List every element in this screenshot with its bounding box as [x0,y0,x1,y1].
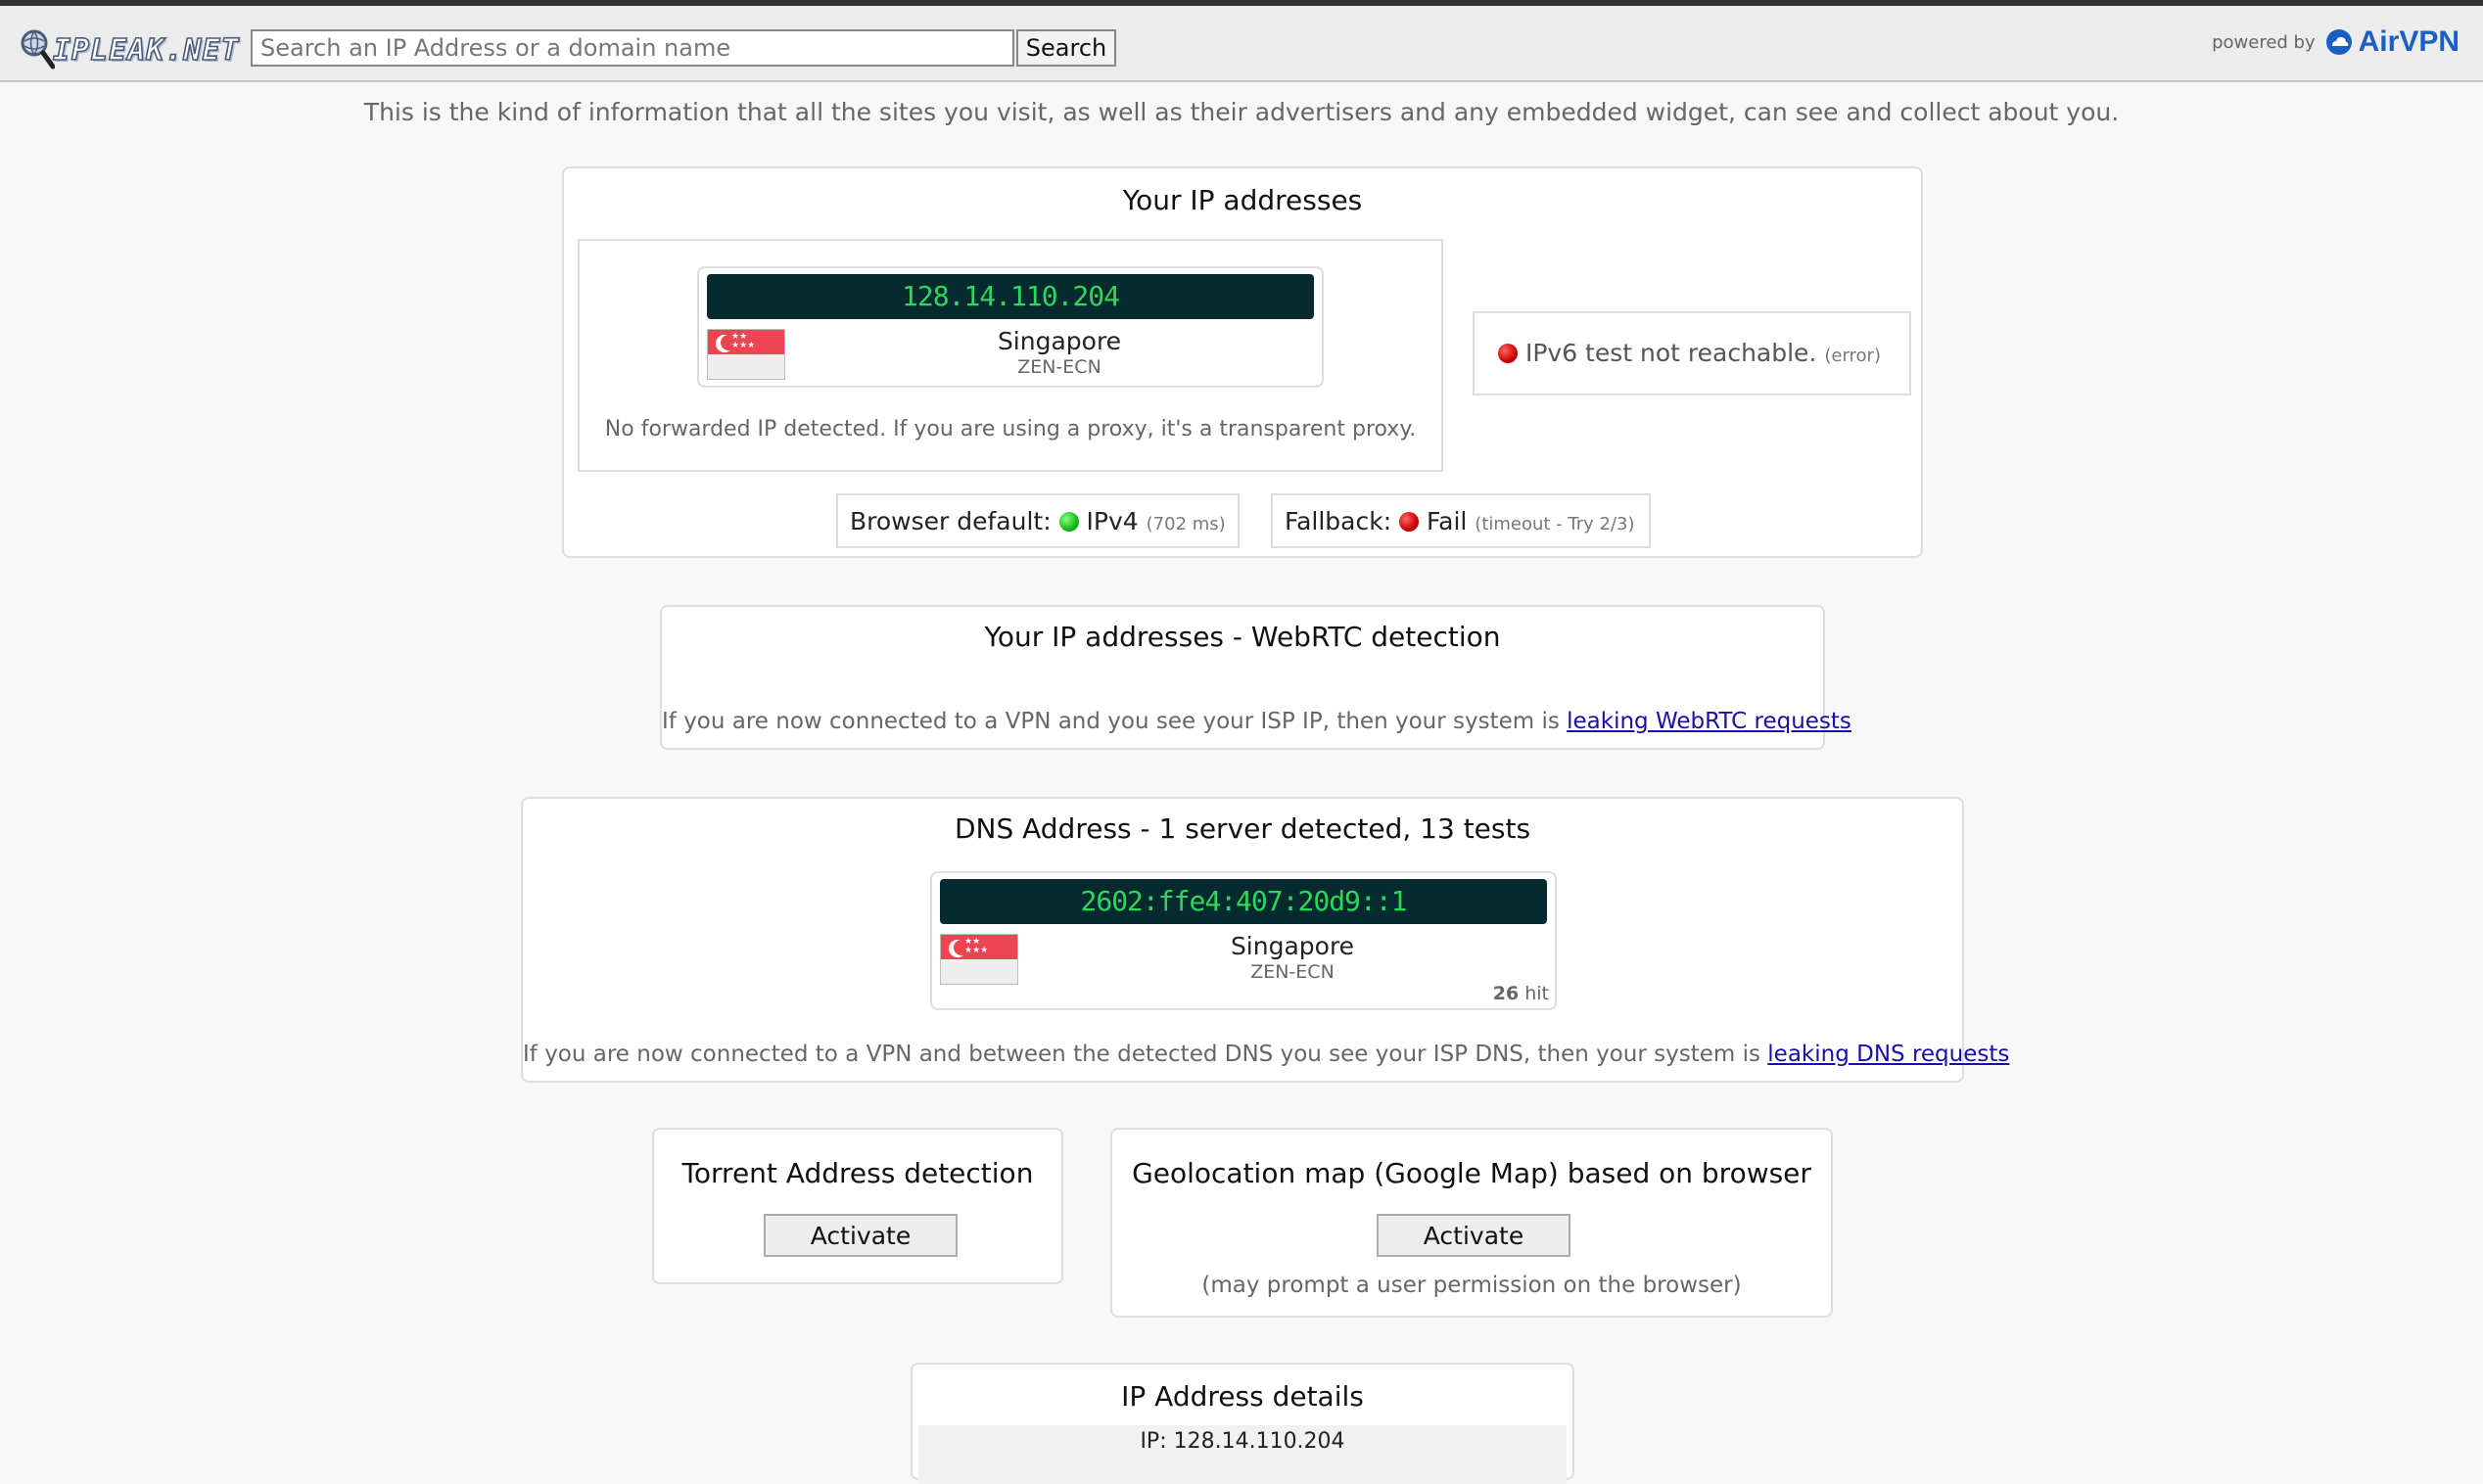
ip-details-title: IP Address details [1121,1380,1364,1413]
site-logo[interactable]: IPLEAK.NET [20,27,239,70]
ipv6-error-note: (error) [1824,346,1881,366]
powered-by-label: powered by [2212,31,2316,53]
dns-result: 2602:ffe4:407:20d9::1 ★★ ★★★ Singapore ZE… [930,871,1557,1010]
search-input[interactable] [251,29,1014,67]
search-button[interactable]: Search [1016,29,1116,67]
logo-text: IPLEAK.NET [52,32,240,69]
ipv4-panel: 128.14.110.204 ★★ ★★★ Singapore ZEN-ECN N… [578,239,1443,472]
dns-title: DNS Address - 1 server detected, 13 test… [954,812,1531,845]
fallback-value: Fail [1427,507,1468,535]
powered-by[interactable]: powered by AirVPN [2212,25,2460,59]
dns-note: If you are now connected to a VPN and be… [523,1042,2009,1067]
intro-text: This is the kind of information that all… [363,98,2120,126]
ip-addresses-card: Your IP addresses 128.14.110.204 ★★ ★★★ S… [562,166,1923,558]
ipv4-result: 128.14.110.204 ★★ ★★★ Singapore ZEN-ECN [697,266,1324,388]
ipv4-isp: ZEN-ECN [1017,356,1101,378]
geolocation-note: (may prompt a user permission on the bro… [1201,1273,1742,1298]
dns-country: Singapore [1230,932,1355,960]
ipv6-panel: IPv6 test not reachable. (error) [1473,311,1911,395]
browser-default-value: IPv4 [1086,507,1139,535]
dns-leak-link[interactable]: leaking DNS requests [1767,1042,2009,1067]
ipv4-country: Singapore [997,327,1122,355]
cloud-icon [2325,29,2352,55]
ip-details-card: IP Address details IP: 128.14.110.204 [911,1363,1574,1484]
torrent-title: Torrent Address detection [681,1157,1034,1189]
torrent-card: Torrent Address detection Activate [652,1128,1063,1284]
magnifier-globe-icon [21,29,55,70]
webrtc-card: Your IP addresses - WebRTC detection If … [660,605,1851,750]
ipv6-status: IPv6 test not reachable. [1524,339,1817,367]
ipv6-status-dot-icon [1498,344,1518,363]
fallback-label: Fallback: [1285,507,1392,535]
top-bar: IPLEAK.NET Search powered by AirVPN [0,0,2483,82]
dns-isp: ZEN-ECN [1250,961,1335,983]
airvpn-text: AirVPN [2358,25,2460,58]
dns-hit-count: 26 [1492,983,1520,1004]
webrtc-note: If you are now connected to a VPN and yo… [662,709,1851,734]
fallback-note: (timeout - Try 2/3) [1475,514,1635,534]
webrtc-leak-link[interactable]: leaking WebRTC requests [1567,709,1851,734]
geolocation-title: Geolocation map (Google Map) based on br… [1132,1157,1811,1189]
ipv4-ok-dot-icon [1058,512,1079,532]
forwarded-note: No forwarded IP detected. If you are usi… [604,417,1417,441]
dns-hits: 26 hit [1493,983,1549,1004]
singapore-flag-icon: ★★ ★★★ [707,329,785,380]
dns-card: DNS Address - 1 server detected, 13 test… [521,797,2009,1083]
dns-note-text: If you are now connected to a VPN and be… [523,1042,1760,1067]
singapore-flag-icon: ★★ ★★★ [940,934,1018,985]
torrent-activate-button[interactable]: Activate [764,1214,958,1257]
ipv4-address[interactable]: 128.14.110.204 [707,274,1314,319]
browser-default-time: (702 ms) [1146,514,1226,534]
dns-hit-label: hit [1524,983,1549,1004]
ip-details-first-row: IP: 128.14.110.204 [1140,1429,1345,1454]
ip-addresses-title: Your IP addresses [1122,184,1363,216]
fallback-fail-dot-icon [1399,512,1420,532]
webrtc-title: Your IP addresses - WebRTC detection [984,621,1501,653]
ip-details-table: IP: 128.14.110.204 [918,1425,1567,1484]
browser-default-label: Browser default: [850,507,1052,535]
geolocation-activate-button[interactable]: Activate [1377,1214,1570,1257]
geolocation-card: Geolocation map (Google Map) based on br… [1110,1128,1833,1318]
fallback-box: Fallback: Fail (timeout - Try 2/3) [1271,493,1651,548]
browser-default-box: Browser default: IPv4 (702 ms) [836,493,1240,548]
webrtc-note-text: If you are now connected to a VPN and yo… [662,709,1560,734]
dns-address[interactable]: 2602:ffe4:407:20d9::1 [940,879,1547,924]
airvpn-logo: AirVPN [2325,25,2460,59]
